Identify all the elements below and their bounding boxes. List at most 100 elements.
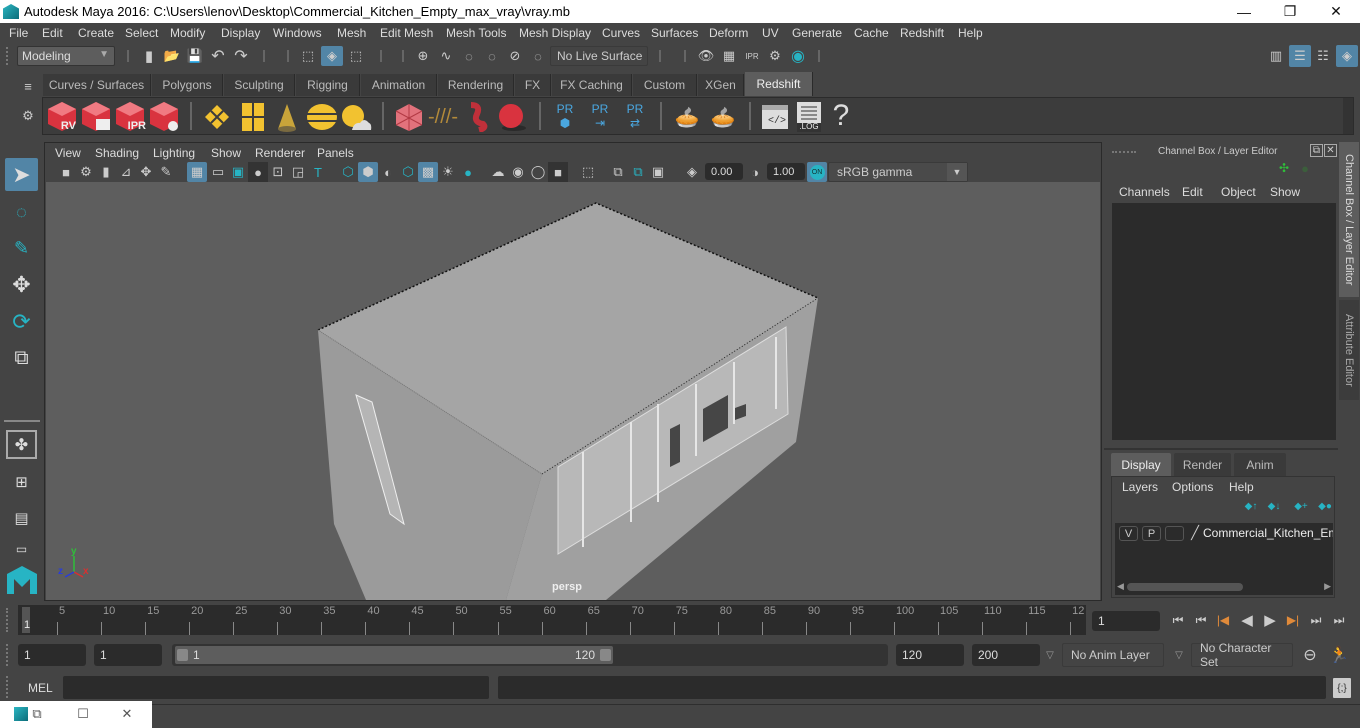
select-object-icon[interactable]: ◈ [321,46,343,66]
hypershade-icon[interactable]: ◉ [788,47,808,65]
animation-end-field[interactable]: 200 [972,644,1040,666]
redshift-render-view-button[interactable]: RV [46,100,78,132]
shelf-tab-fx-caching[interactable]: FX Caching [552,74,632,96]
attribute-editor-toggle-icon[interactable]: ☰ [1289,45,1311,67]
render-view-icon[interactable]: 👁 [696,47,716,65]
previous-key-button[interactable]: |◀ [1213,611,1233,629]
vp-menu-renderer[interactable]: Renderer [255,146,305,160]
current-frame-field[interactable]: 1 [1092,611,1160,631]
rotate-tool-button[interactable]: ⟳ [5,305,38,338]
menu-mesh[interactable]: Mesh [337,26,366,40]
image-plane-icon[interactable]: ⊿ [117,163,135,181]
close-panel-icon[interactable]: ✕ [1324,144,1337,157]
snap-grid-icon[interactable]: ⊕ [414,47,432,65]
graph-layout-button[interactable]: ▭ [6,540,37,558]
layer-playback-toggle[interactable]: P [1142,526,1161,541]
menu-display[interactable]: Display [221,26,260,40]
layer-display-type-toggle[interactable] [1165,526,1184,541]
move-layer-up-icon[interactable]: ◆↑ [1242,499,1260,513]
time-slider[interactable]: 1 5 10 15 20 25 30 35 40 45 50 55 60 65 70 75 80 85 90 95 1… [18,605,1086,635]
paint-select-tool-button[interactable]: ✎ [5,232,38,265]
gate-mask-icon[interactable]: ● [248,162,268,182]
xray-icon[interactable]: ⬡ [398,163,418,181]
live-surface-field[interactable]: No Live Surface [550,46,648,66]
menu-surfaces[interactable]: Surfaces [651,26,698,40]
splitter[interactable] [1104,448,1338,450]
redshift-batch-render-button[interactable] [80,100,112,132]
script-editor-button[interactable]: </> [759,101,791,133]
save-scene-icon[interactable]: 💾 [186,47,204,65]
textured-icon[interactable]: ▩ [418,162,438,182]
shelf-tab-sculpting[interactable]: Sculpting [224,74,295,96]
vp-menu-lighting[interactable]: Lighting [153,146,195,160]
menu-redshift[interactable]: Redshift [900,26,944,40]
color-management-toggle[interactable]: ON [807,162,827,182]
shelf-tab-rigging[interactable]: Rigging [296,74,360,96]
lasso-tool-button[interactable]: ◌ [5,196,38,229]
new-layer-selected-icon[interactable]: ◆● [1316,499,1334,513]
menu-mesh-display[interactable]: Mesh Display [519,26,591,40]
outliner-layout-button[interactable]: ▤ [6,503,37,532]
drag-handle[interactable] [6,644,10,666]
script-editor-icon[interactable]: {;} [1333,678,1351,698]
select-tool-button[interactable]: ➤ [5,158,38,191]
exposure-icon[interactable]: ◈ [682,163,702,181]
character-set-dropdown-icon[interactable]: ▽ [1172,648,1186,662]
move-layer-down-icon[interactable]: ◆↓ [1265,499,1283,513]
auto-key-button[interactable]: ⊖ [1299,644,1321,666]
shelf-tab-redshift[interactable]: Redshift [745,72,813,96]
menu-create[interactable]: Create [78,26,114,40]
bake-multiple-button[interactable]: 🥧 [670,101,704,133]
snap-view-plane-icon[interactable]: ◌ [483,47,501,65]
animation-preferences-button[interactable]: 🏃 [1327,644,1351,666]
go-to-end-button[interactable]: ⏭ [1329,611,1349,629]
shelf-menu-icon[interactable]: ≡ [18,78,38,94]
layer-tab-display[interactable]: Display [1111,453,1171,477]
anim-layer-field[interactable]: No Anim Layer [1062,643,1164,667]
wireframe-on-shaded-icon[interactable]: ◐ [378,163,398,181]
ies-light-button[interactable] [271,101,303,133]
shelf-tab-curves-surfaces[interactable]: Curves / Surfaces [43,74,151,96]
redshift-ipr-button[interactable]: IPR [114,100,146,132]
backface-culling-icon[interactable]: ▣ [648,163,668,181]
volume-button[interactable] [393,101,425,133]
menu-cache[interactable]: Cache [854,26,889,40]
portal-light-button[interactable] [237,101,269,133]
proxy-export-button[interactable]: PR ⇥ [586,100,614,132]
animation-start-field[interactable]: 1 [18,644,86,666]
screen-space-ao-icon[interactable]: ☁ [488,163,508,181]
wireframe-icon[interactable]: ⬡ [338,163,358,181]
redshift-settings-button[interactable] [148,100,180,132]
shelf-settings-icon[interactable]: ⚙ [18,108,38,124]
single-perspective-layout-button[interactable]: ✤ [6,430,37,459]
new-scene-icon[interactable]: ▮ [140,47,158,65]
maya-home-button[interactable] [4,564,39,596]
field-chart-icon[interactable]: ⊡ [268,163,288,181]
menu-edit[interactable]: Edit [42,26,63,40]
material-sphere-button[interactable] [495,101,529,133]
shelf-tab-xgen[interactable]: XGen [698,74,744,96]
layer-tab-anim[interactable]: Anim [1234,453,1286,477]
use-all-lights-icon[interactable]: ☀ [438,163,458,181]
tool-settings-icon[interactable]: ☷ [1313,46,1333,66]
perspective-viewport[interactable]: y x z persp [46,182,1100,600]
vp-menu-panels[interactable]: Panels [317,146,354,160]
drag-handle[interactable] [1112,151,1136,153]
shelf-tab-animation[interactable]: Animation [361,74,437,96]
open-scene-icon[interactable]: 📂 [163,47,181,65]
layer-row[interactable]: V P ╱ Commercial_Kitchen_Emp [1115,523,1333,543]
anti-aliasing-icon[interactable]: ◯ [528,163,548,181]
snap-point-icon[interactable]: ◌ [460,47,478,65]
maximize-icon[interactable]: ☐ [74,705,92,723]
menu-help[interactable]: Help [958,26,983,40]
menu-uv[interactable]: UV [762,26,779,40]
hair-button[interactable]: -///- [427,101,459,133]
shelf-scrollbar[interactable] [1343,98,1353,134]
step-back-key-button[interactable]: ⏮ [1191,611,1211,629]
manipulator-axis-icon[interactable]: ✣ [1276,160,1292,176]
gamma-field[interactable]: 1.00 [767,163,805,180]
go-to-start-button[interactable]: ⏮ [1168,611,1188,629]
script-language-label[interactable]: MEL [28,681,53,695]
side-tab-attribute-editor[interactable]: Attribute Editor [1339,300,1359,400]
layer-tab-render[interactable]: Render [1174,453,1231,477]
